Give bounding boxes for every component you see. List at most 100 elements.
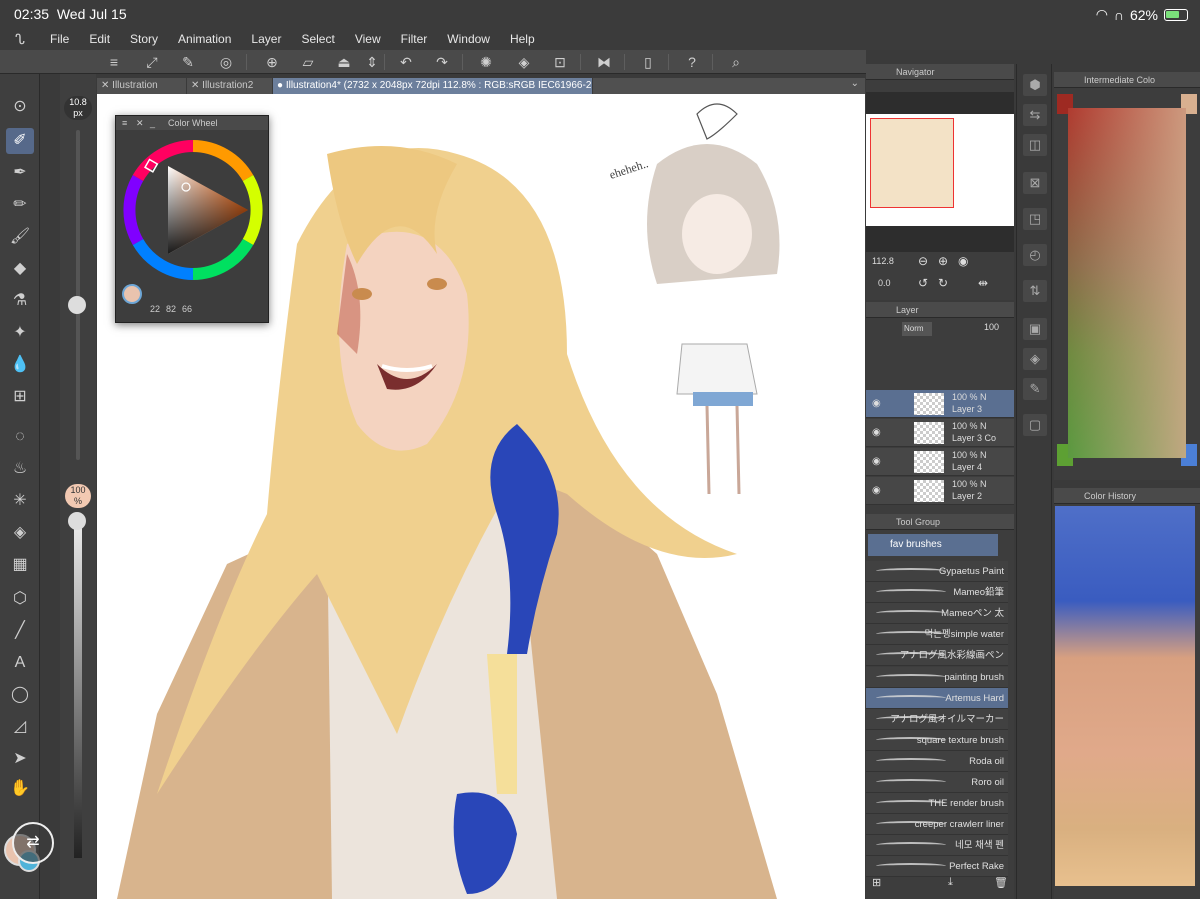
- fill-icon[interactable]: ◈: [514, 53, 534, 71]
- brush-item[interactable]: Artemus Hard: [866, 687, 1008, 709]
- save-options-icon[interactable]: ⇕: [362, 53, 382, 71]
- fit-icon[interactable]: ◉: [958, 254, 968, 268]
- smartphone-icon[interactable]: ▯: [638, 53, 658, 71]
- pencil-tool-icon[interactable]: ✏: [6, 192, 34, 218]
- item-bank-icon[interactable]: ▣: [1023, 318, 1047, 340]
- auto-action-icon[interactable]: ⇅: [1023, 280, 1047, 302]
- pen-tool-icon[interactable]: ✒: [6, 160, 34, 186]
- brush-settings-icon[interactable]: ✎: [1023, 378, 1047, 400]
- flip-icon[interactable]: ⇹: [978, 276, 988, 290]
- loading-icon[interactable]: ✺: [476, 53, 496, 71]
- brush-size-slider-thumb[interactable]: [68, 296, 86, 314]
- balloon-tool-icon[interactable]: ◯: [6, 682, 34, 708]
- menu-window[interactable]: Window: [437, 32, 500, 46]
- color-swap-icon[interactable]: ⇄: [12, 822, 54, 864]
- save-icon[interactable]: ⏏: [334, 53, 354, 71]
- brush-item[interactable]: painting brush: [866, 666, 1008, 688]
- search-icon[interactable]: ⌕: [726, 53, 746, 71]
- quick-access-icon[interactable]: ▢: [1023, 414, 1047, 436]
- airbrush-tool-icon[interactable]: ⚗: [6, 288, 34, 314]
- brush-item[interactable]: THE render brush: [866, 793, 1008, 815]
- current-color-swatch[interactable]: [122, 284, 142, 304]
- eyedropper-tool-icon[interactable]: ✐: [6, 128, 34, 154]
- fill-tool-icon[interactable]: ◈: [6, 520, 34, 546]
- help-icon[interactable]: ?: [682, 53, 702, 71]
- brush-item[interactable]: 먹는펭simple water: [866, 624, 1008, 646]
- edit-canvas-icon[interactable]: ✎: [178, 53, 198, 71]
- layer-row[interactable]: ◉ 100 % N Layer 3: [866, 390, 1014, 418]
- layer-property-icon[interactable]: ◫: [1023, 134, 1047, 156]
- rotate-right-icon[interactable]: ↻: [938, 276, 948, 290]
- tab-illustration4[interactable]: ● Illustration4* (2732 x 2048px 72dpi 11…: [273, 78, 593, 94]
- layer-opacity-value[interactable]: 100: [984, 322, 999, 332]
- visibility-eye-icon[interactable]: ◉: [872, 485, 881, 496]
- rotate-left-icon[interactable]: ↺: [918, 276, 928, 290]
- gradient-tool-icon[interactable]: ▦: [6, 552, 34, 578]
- tabs-dropdown-icon[interactable]: ⌄: [851, 78, 859, 89]
- zoom-in-icon[interactable]: ⊕: [938, 254, 948, 268]
- lasso-tool-icon[interactable]: ◌: [6, 424, 34, 450]
- tab-illustration2[interactable]: ✕ Illustration2: [187, 78, 273, 94]
- hand-tool-icon[interactable]: ✋: [6, 776, 34, 802]
- opacity-slider-track[interactable]: [74, 518, 82, 858]
- brush-item[interactable]: Gypaetus Paint: [866, 561, 1008, 582]
- undo-icon[interactable]: ↶: [396, 53, 416, 71]
- clip-studio-icon[interactable]: ◎: [216, 53, 236, 71]
- text-tool-icon[interactable]: A: [6, 650, 34, 676]
- blend-mode-select[interactable]: Norm: [902, 322, 932, 336]
- sub-view-icon[interactable]: ⇆: [1023, 104, 1047, 126]
- delete-brush-icon[interactable]: 🗑: [994, 876, 1008, 889]
- layer-row[interactable]: ◉ 100 % N Layer 2: [866, 477, 1014, 505]
- brush-item[interactable]: Mameo鉛筆: [866, 582, 1008, 604]
- zoom-out-icon[interactable]: ⊖: [918, 254, 928, 268]
- brush-item[interactable]: 네모 채색 펜: [866, 835, 1008, 857]
- brush-item[interactable]: Roda oil: [866, 750, 1008, 772]
- intermediate-color-grid[interactable]: [1068, 108, 1186, 458]
- brush-item[interactable]: アナログ風オイルマーカー: [866, 708, 1008, 730]
- brush-item[interactable]: Perfect Rake: [866, 856, 1008, 878]
- menu-animation[interactable]: Animation: [168, 32, 241, 46]
- blend-tool-icon[interactable]: 💧: [6, 352, 34, 378]
- opacity-slider-thumb[interactable]: [68, 512, 86, 530]
- brush-item[interactable]: アナログ風水彩線画ペン: [866, 645, 1008, 667]
- navigator-preview[interactable]: [866, 92, 1014, 252]
- new-file-icon[interactable]: ⊕: [262, 53, 282, 71]
- brush-group-header[interactable]: fav brushes: [868, 534, 998, 556]
- brush-item[interactable]: Roro oil: [866, 772, 1008, 793]
- layer-row[interactable]: ◉ 100 % N Layer 3 Co: [866, 419, 1014, 447]
- minimize-icon[interactable]: _: [150, 116, 155, 130]
- grid-tool-icon[interactable]: ⊞: [6, 384, 34, 410]
- color-history-grid[interactable]: [1055, 506, 1195, 886]
- brush-item[interactable]: Mameoペン 太: [866, 603, 1008, 625]
- tool-menu-icon[interactable]: ⊙: [6, 94, 34, 120]
- 3d-object-icon[interactable]: ⬡: [6, 586, 34, 612]
- menu-story[interactable]: Story: [120, 32, 168, 46]
- visibility-eye-icon[interactable]: ◉: [872, 398, 881, 409]
- flip-horizontal-icon[interactable]: ⧓: [594, 53, 614, 71]
- visibility-eye-icon[interactable]: ◉: [872, 456, 881, 467]
- transform-icon[interactable]: ⊡: [550, 53, 570, 71]
- redo-icon[interactable]: ↷: [432, 53, 452, 71]
- hamburger-menu-icon[interactable]: ≡: [104, 53, 124, 71]
- menu-edit[interactable]: Edit: [79, 32, 120, 46]
- layer-icon[interactable]: ◈: [1023, 348, 1047, 370]
- history-icon[interactable]: ◴: [1023, 244, 1047, 266]
- frame-tool-icon[interactable]: ◿: [6, 714, 34, 740]
- brush-item[interactable]: creeper crawlerr liner: [866, 814, 1008, 836]
- open-folder-icon[interactable]: ▱: [298, 53, 318, 71]
- brush-size-icon[interactable]: ◳: [1023, 208, 1047, 230]
- decoration-tool-icon[interactable]: ✦: [6, 320, 34, 346]
- cake-tool-icon[interactable]: ♨: [6, 456, 34, 482]
- add-brush-icon[interactable]: ⊞: [872, 876, 881, 889]
- line-tool-icon[interactable]: ╱: [6, 618, 34, 644]
- brush-item[interactable]: square texture brush: [866, 729, 1008, 751]
- layer-row[interactable]: ◉ 100 % N Layer 4: [866, 448, 1014, 476]
- download-icon[interactable]: ⤓: [948, 876, 953, 889]
- palette-menu-icon[interactable]: ≡: [122, 116, 127, 130]
- app-logo-icon[interactable]: ᔐ: [0, 31, 40, 48]
- menu-view[interactable]: View: [345, 32, 391, 46]
- menu-help[interactable]: Help: [500, 32, 545, 46]
- eraser-tool-icon[interactable]: ◆: [6, 256, 34, 282]
- material-icon[interactable]: ⬢: [1023, 74, 1047, 96]
- tab-illustration[interactable]: ✕ Illustration: [97, 78, 187, 94]
